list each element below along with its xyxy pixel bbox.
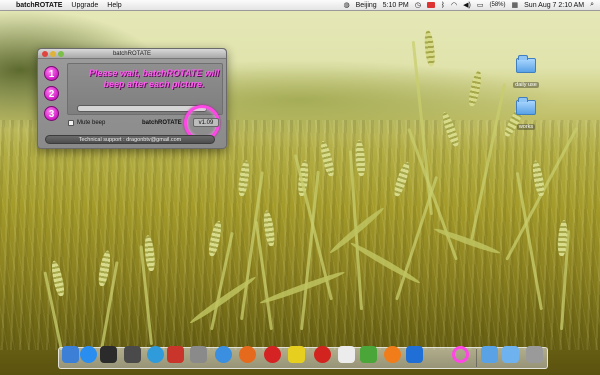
mute-beep-label: Mute beep	[77, 120, 106, 126]
technical-support-button[interactable]: Technical support : dragonbtv@gmail.com	[45, 135, 215, 144]
app-store-icon[interactable]	[80, 346, 97, 363]
system-preferences-icon[interactable]	[124, 346, 141, 363]
step-3-badge: 3	[44, 106, 59, 121]
menu-bar: batchROTATE Upgrade Help ◍ Beijing 5:10 …	[0, 0, 600, 11]
battery-icon[interactable]: ▭	[477, 1, 484, 9]
window-title: batchROTATE	[112, 51, 152, 57]
wheat-ear	[392, 160, 412, 198]
batchrotate-window: batchROTATE 1 2 3 Please wait, batchROTA…	[37, 48, 227, 149]
battery-percent[interactable]: (58%)	[490, 2, 506, 8]
itunes-icon[interactable]	[147, 346, 164, 363]
spotlight-search-icon[interactable]: ⌕	[590, 1, 594, 9]
version-badge: v1.09	[193, 118, 219, 127]
wheat-ear	[439, 110, 461, 148]
wheat-ear	[143, 234, 156, 272]
window-titlebar[interactable]: batchROTATE	[38, 49, 226, 59]
wifi-icon[interactable]: ◠	[451, 1, 457, 9]
wheat-ear	[97, 249, 113, 287]
wait-message: Please wait, batchROTATE will beep after…	[88, 68, 220, 89]
wheat-ear	[262, 209, 276, 247]
dock-separator	[476, 349, 477, 367]
world-clock-time[interactable]: 5:10 PM	[383, 2, 409, 9]
wheat-ear	[237, 159, 251, 197]
wheat-ear	[207, 219, 224, 257]
wheat-ear	[467, 69, 484, 107]
downloads-icon[interactable]	[502, 346, 519, 363]
folder-label: works	[516, 124, 536, 130]
minimize-button[interactable]	[50, 51, 56, 57]
folder-icon[interactable]	[481, 346, 498, 363]
folder-icon	[516, 97, 536, 115]
batchrotate-dock-icon[interactable]	[452, 346, 469, 363]
bluetooth-icon[interactable]: ᛒ	[441, 2, 445, 9]
dashboard-icon[interactable]	[100, 346, 117, 363]
wheat-ear	[49, 259, 66, 297]
safari-icon[interactable]	[215, 346, 232, 363]
menu-upgrade[interactable]: Upgrade	[71, 2, 98, 9]
mute-beep-checkbox[interactable]: Mute beep	[68, 120, 105, 126]
red-app-status-icon[interactable]	[426, 2, 435, 8]
opera-icon[interactable]	[264, 346, 281, 363]
menu-app-name[interactable]: batchROTATE	[16, 2, 62, 9]
finder-icon[interactable]	[62, 346, 79, 363]
wheat-ear	[354, 139, 366, 177]
z-app-icon[interactable]	[314, 346, 331, 363]
world-clock-city[interactable]: Beijing	[356, 2, 377, 9]
date-time[interactable]: Sun Aug 7 2:10 AM	[524, 2, 584, 9]
preview-icon[interactable]	[190, 346, 207, 363]
wheat-ear	[423, 29, 436, 67]
trash-icon[interactable]	[526, 346, 543, 363]
wheat-ear	[318, 139, 336, 178]
firefox-icon[interactable]	[239, 346, 256, 363]
folder-icon	[516, 55, 536, 73]
wallpaper-wheat-field	[0, 120, 600, 350]
dice-icon[interactable]	[338, 346, 355, 363]
menu-extras: ◍ Beijing 5:10 PM ◷ ᛒ ◠ ◀) ▭ (58%) ▦ Sun…	[344, 1, 600, 9]
close-button[interactable]	[42, 51, 48, 57]
photo-icon[interactable]	[167, 346, 184, 363]
pencil-app-icon[interactable]	[360, 346, 377, 363]
time-machine-icon[interactable]: ◷	[415, 1, 421, 9]
globe-clock-icon[interactable]: ◍	[344, 1, 350, 9]
textedit-icon[interactable]	[288, 346, 305, 363]
checkbox-box[interactable]	[68, 120, 74, 126]
app-name-label: batchROTATE	[142, 120, 182, 126]
fcm-app-icon[interactable]	[406, 346, 423, 363]
step-2-badge: 2	[44, 86, 59, 101]
menu-help[interactable]: Help	[107, 2, 121, 9]
desktop-folder-works[interactable]: works	[506, 97, 546, 133]
zoom-button[interactable]	[58, 51, 64, 57]
step-1-badge: 1	[44, 66, 59, 81]
wheat-stalk	[470, 83, 507, 241]
folder-label: daily use	[513, 82, 539, 88]
volume-icon[interactable]: ◀)	[463, 1, 471, 9]
wheat-ear	[530, 159, 546, 197]
wheat-leaf	[433, 226, 502, 256]
orange-app-icon[interactable]	[384, 346, 401, 363]
desktop-folder-daily-use[interactable]: daily use	[506, 55, 546, 91]
flag-input-icon[interactable]: ▦	[512, 1, 519, 9]
